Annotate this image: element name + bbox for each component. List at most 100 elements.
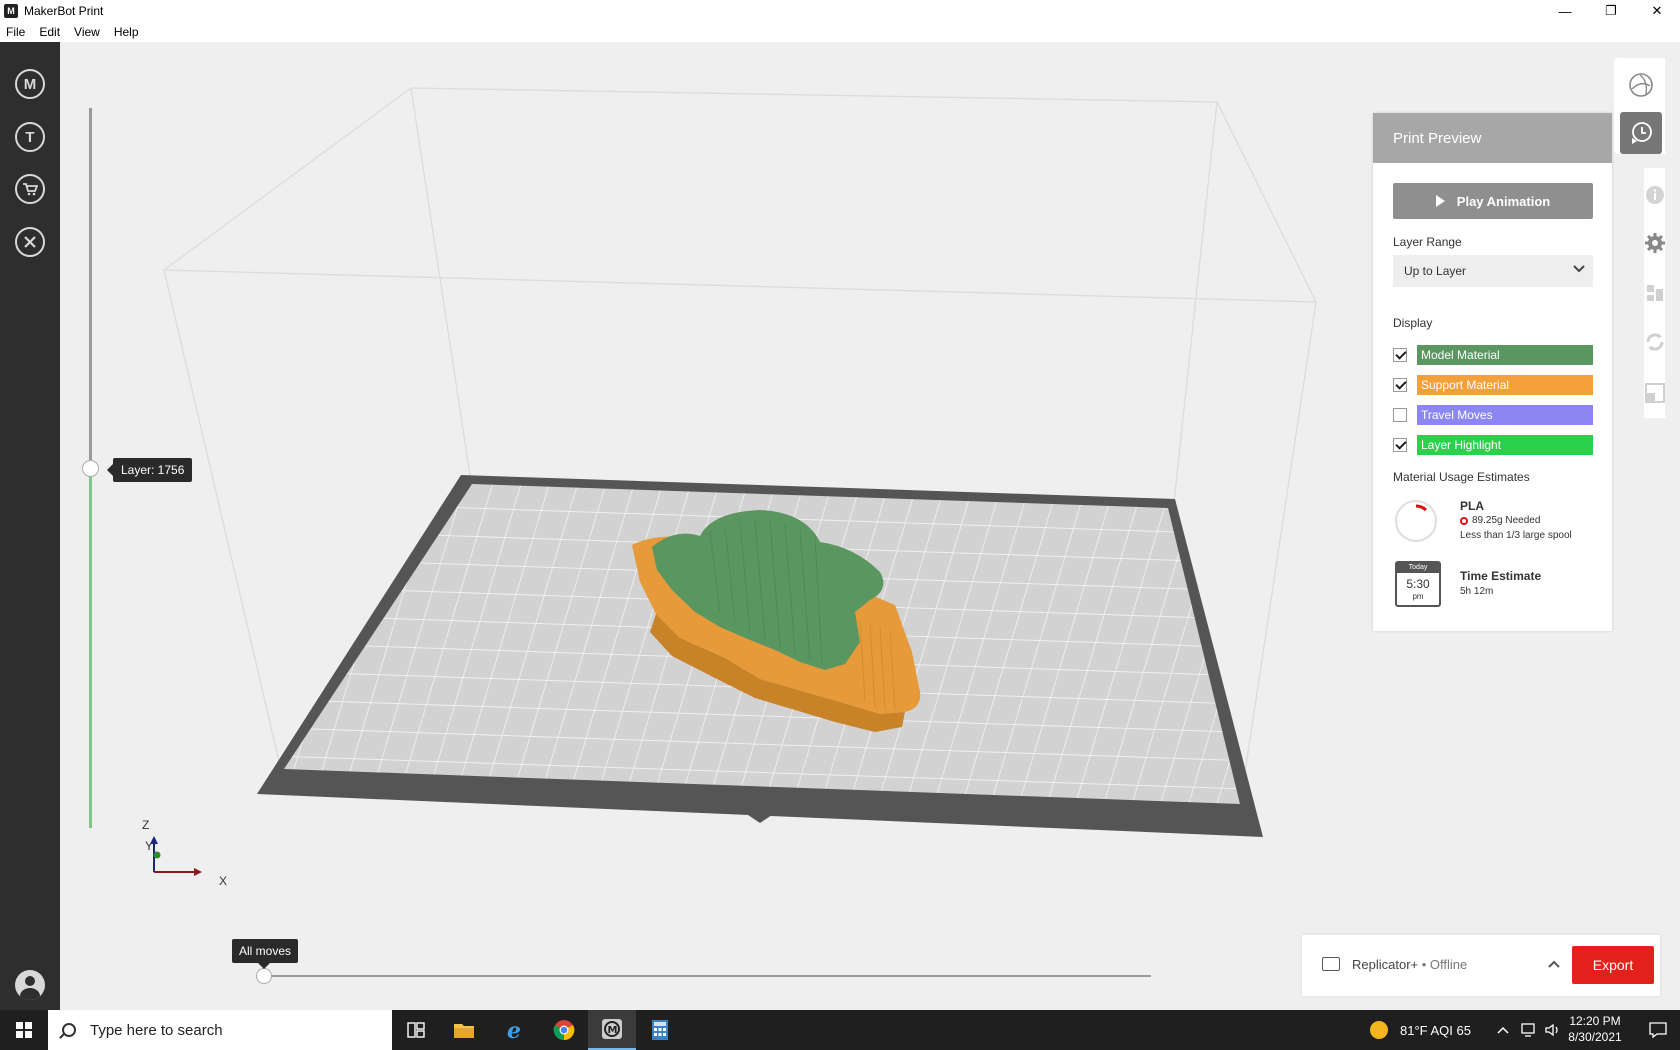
layer-highlight-checkbox[interactable] [1393, 438, 1407, 452]
material-needed-value: 89.25g Needed [1472, 515, 1541, 526]
windows-logo-icon [16, 1022, 32, 1038]
layer-slider-fill [89, 468, 92, 828]
axis-gizmo [150, 836, 202, 876]
play-icon [1435, 195, 1445, 207]
chevron-down-icon [1573, 265, 1585, 273]
export-button[interactable]: Export [1572, 946, 1654, 984]
axis-y-label: Y [145, 839, 154, 853]
model-view-icon[interactable] [1620, 64, 1662, 106]
support-material-label: Support Material [1417, 375, 1593, 395]
moves-tooltip: All moves [232, 939, 299, 969]
weather-widget[interactable]: 81°F AQI 65 [1370, 1010, 1471, 1050]
material-needed: 89.25g Needed [1460, 515, 1540, 526]
material-spool-note: Less than 1/3 large spool [1460, 530, 1572, 541]
chevron-up-icon[interactable] [1547, 957, 1561, 971]
start-button[interactable] [0, 1010, 48, 1050]
display-layer-highlight[interactable]: Layer Highlight [1393, 435, 1593, 455]
makerbot-app-icon: M [4, 4, 18, 18]
system-tray-icons[interactable] [1496, 1010, 1562, 1050]
printer-bar: Replicator+ • Offline Export [1302, 935, 1660, 996]
calendar-time: 5:30 [1406, 577, 1430, 591]
warning-dot-icon [1460, 516, 1468, 525]
printer-status: • Offline [1418, 957, 1468, 972]
file-explorer-icon[interactable] [440, 1010, 488, 1050]
calculator-icon[interactable] [636, 1010, 684, 1050]
layer-tooltip: Layer: 1756 [106, 458, 193, 482]
info-icon[interactable] [1640, 180, 1670, 210]
calendar-icon: Today 5:30 pm [1395, 561, 1441, 607]
weather-text: 81°F AQI 65 [1400, 1022, 1471, 1038]
layer-highlight-label: Layer Highlight [1417, 435, 1593, 455]
layer-range-select[interactable]: Up to Layer [1393, 255, 1593, 287]
task-view-icon[interactable] [392, 1010, 440, 1050]
menu-view[interactable]: View [74, 25, 100, 39]
printer-icon [1322, 957, 1340, 971]
network-icon[interactable] [1520, 1022, 1538, 1038]
makerbot-logo-icon[interactable]: M [15, 69, 45, 99]
settings-gear-icon[interactable] [1640, 228, 1670, 258]
clock-time: 12:20 PM [1569, 1014, 1621, 1028]
play-animation-button[interactable]: Play Animation [1393, 183, 1593, 219]
printer-selector[interactable]: Replicator+ • Offline [1352, 957, 1467, 972]
axis-z-label: Z [142, 818, 150, 832]
material-usage-label: Material Usage Estimates [1393, 470, 1530, 484]
time-estimate-title: Time Estimate [1460, 569, 1542, 583]
scale-icon[interactable] [1640, 378, 1670, 408]
axis-x-label: X [219, 874, 228, 888]
chevron-up-tray-icon[interactable] [1496, 1025, 1510, 1035]
menu-bar: File Edit View Help [0, 22, 1680, 42]
menu-file[interactable]: File [6, 25, 25, 39]
calendar-day: Today [1397, 563, 1439, 573]
material-name: PLA [1460, 499, 1484, 513]
taskbar-clock[interactable]: 12:20 PM 8/30/2021 [1560, 1013, 1630, 1045]
menu-edit[interactable]: Edit [39, 25, 60, 39]
taskbar-search[interactable] [48, 1010, 392, 1050]
search-icon [62, 1023, 76, 1037]
model-material-checkbox[interactable] [1393, 348, 1407, 362]
layer-range-label: Layer Range [1393, 235, 1462, 249]
display-model-material[interactable]: Model Material [1393, 345, 1593, 365]
svg-text:M: M [608, 1025, 618, 1036]
thingiverse-icon[interactable]: T [15, 122, 45, 152]
taskbar-search-input[interactable] [90, 1021, 370, 1039]
close-button[interactable]: ✕ [1634, 0, 1680, 22]
rotate-icon[interactable] [1640, 327, 1670, 357]
windows-taskbar: e M 81°F AQI 65 12:20 PM 8/30/2021 [0, 1010, 1680, 1050]
moves-slider-track[interactable] [263, 975, 1151, 977]
print-preview-panel: Print Preview Play Animation Layer Range… [1373, 113, 1612, 631]
travel-moves-checkbox[interactable] [1393, 408, 1407, 422]
printer-name: Replicator+ [1352, 957, 1419, 972]
model-material-label: Model Material [1417, 345, 1593, 365]
internet-explorer-icon[interactable]: e [492, 1010, 540, 1050]
support-material-checkbox[interactable] [1393, 378, 1407, 392]
panel-title: Print Preview [1373, 113, 1612, 163]
title-bar: M MakerBot Print — ❐ ✕ [0, 0, 1680, 22]
left-sidebar: M T [0, 42, 60, 1010]
notifications-icon[interactable] [1636, 1010, 1680, 1050]
svg-text:e: e [507, 1018, 521, 1042]
layer-range-value: Up to Layer [1404, 264, 1467, 278]
display-travel-moves[interactable]: Travel Moves [1393, 405, 1593, 425]
minimize-button[interactable]: — [1542, 0, 1588, 22]
tools-icon[interactable] [15, 227, 45, 257]
arrange-icon[interactable] [1640, 278, 1670, 308]
maximize-button[interactable]: ❐ [1588, 0, 1634, 22]
calendar-ampm: pm [1412, 592, 1424, 601]
play-animation-label: Play Animation [1456, 193, 1551, 209]
clock-date: 8/30/2021 [1568, 1030, 1622, 1044]
store-cart-icon[interactable] [15, 174, 45, 204]
travel-moves-label: Travel Moves [1417, 405, 1593, 425]
print-preview-icon[interactable] [1620, 112, 1662, 154]
layer-slider-handle[interactable] [82, 460, 99, 477]
display-label: Display [1393, 316, 1433, 330]
chrome-icon[interactable] [540, 1010, 588, 1050]
user-avatar-icon[interactable] [15, 970, 45, 1000]
menu-help[interactable]: Help [114, 25, 139, 39]
weather-sun-icon [1370, 1021, 1388, 1039]
moves-slider-handle[interactable] [256, 968, 272, 984]
makerbot-taskbar-icon[interactable]: M [588, 1010, 636, 1050]
time-estimate-value: 5h 12m [1460, 586, 1494, 597]
spool-gauge-icon [1395, 500, 1437, 542]
window-title: MakerBot Print [24, 4, 104, 18]
display-support-material[interactable]: Support Material [1393, 375, 1593, 395]
